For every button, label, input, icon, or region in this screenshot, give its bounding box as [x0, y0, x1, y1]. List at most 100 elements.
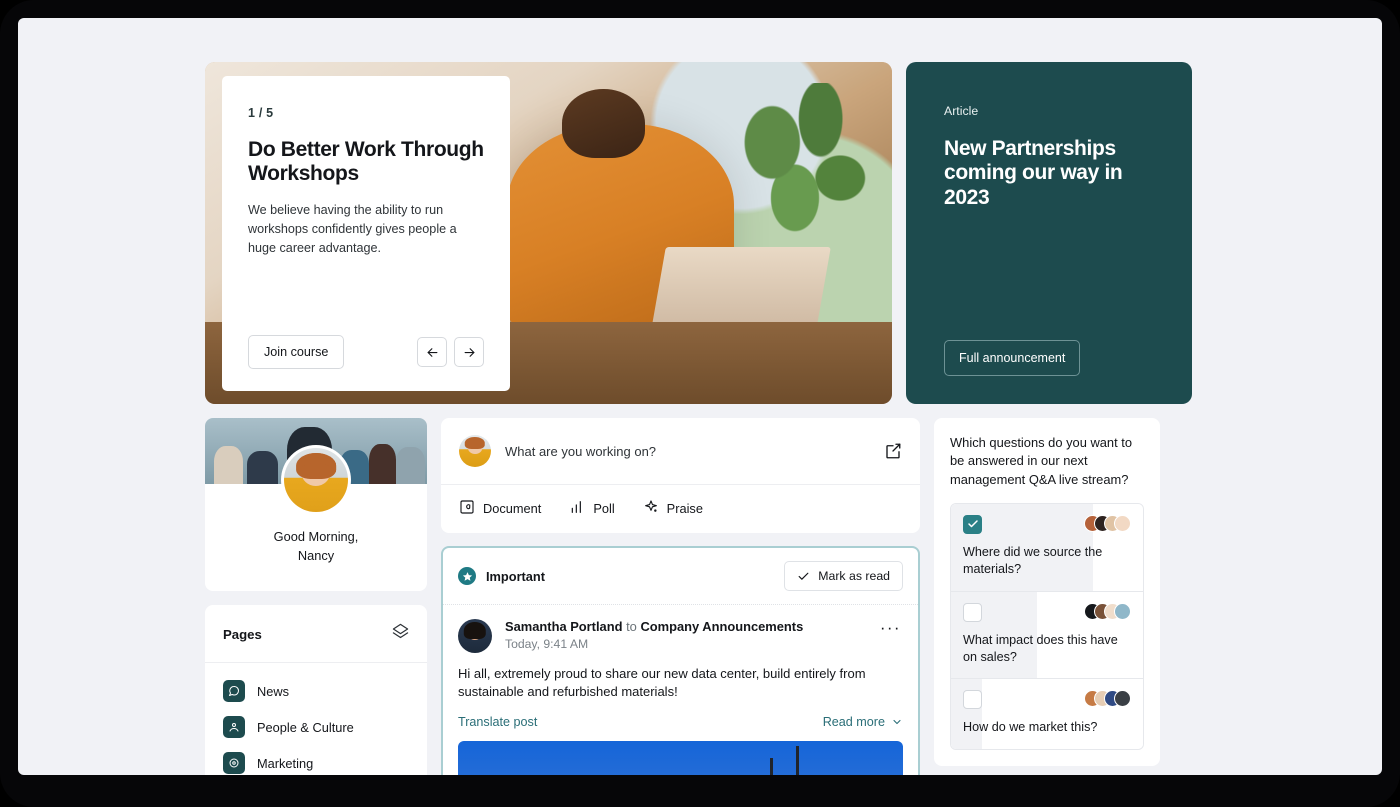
hero-carousel-card: 1 / 5 Do Better Work Through Workshops W…: [205, 62, 892, 404]
right-column: Which questions do you want to be answer…: [934, 418, 1160, 775]
poll-checkbox[interactable]: [963, 690, 982, 710]
sidebar-item-label: People & Culture: [257, 719, 354, 735]
hero-title: Do Better Work Through Workshops: [248, 138, 484, 185]
composer-placeholder[interactable]: What are you working on?: [505, 444, 870, 459]
middle-column: What are you working on? Document Poll P…: [441, 418, 920, 775]
check-icon: [967, 520, 978, 528]
mark-as-read-label: Mark as read: [818, 569, 890, 583]
marketing-icon: [223, 752, 245, 774]
post-links-row: Translate post Read more: [443, 702, 918, 741]
pole-2: [796, 745, 800, 775]
post-author-row: Samantha Portland to Company Announcemen…: [443, 605, 918, 653]
poll-option[interactable]: What impact does this have on sales?: [951, 591, 1143, 680]
post-composer-card: What are you working on? Document Poll P…: [441, 418, 920, 533]
read-more-label: Read more: [822, 714, 885, 729]
poll-voter-avatars: [1084, 690, 1131, 708]
important-badge: Important: [458, 567, 545, 585]
article-card[interactable]: Article New Partnerships coming our way …: [906, 62, 1192, 404]
sidebar-item-news[interactable]: News: [205, 673, 427, 709]
avatar[interactable]: [281, 445, 351, 515]
important-label: Important: [486, 568, 546, 584]
post-channel-name[interactable]: Company Announcements: [640, 619, 803, 634]
carousel-next-button[interactable]: [454, 337, 484, 367]
left-column: Good Morning, Nancy Pages News People & …: [205, 418, 427, 775]
sidebar-item-marketing[interactable]: Marketing: [205, 745, 427, 775]
poll-option[interactable]: Where did we source the materials?: [951, 503, 1143, 592]
composer-action-label: Praise: [666, 501, 703, 516]
pages-list: News People & Culture Marketing: [205, 663, 427, 775]
post-to-word: to: [626, 619, 637, 634]
chevron-down-icon: [893, 719, 901, 724]
hero-text-panel: 1 / 5 Do Better Work Through Workshops W…: [222, 76, 510, 391]
pages-title: Pages: [223, 626, 262, 642]
add-poll-button[interactable]: Poll: [569, 499, 615, 518]
arrow-left-icon: [427, 347, 437, 357]
composer-input-row[interactable]: What are you working on?: [441, 418, 920, 485]
greeting-line-2: Nancy: [297, 547, 335, 563]
top-row: 1 / 5 Do Better Work Through Workshops W…: [205, 62, 1192, 404]
check-icon: [798, 572, 809, 580]
poll-option-label: Where did we source the materials?: [963, 544, 1103, 577]
poll-option-label: What impact does this have on sales?: [963, 632, 1118, 665]
sidebar-item-people-and-culture[interactable]: People & Culture: [205, 709, 427, 745]
pages-header: Pages: [205, 605, 427, 663]
composer-avatar: [459, 435, 491, 467]
hero-actions: Join course: [248, 335, 484, 369]
poll-checkbox[interactable]: [963, 514, 982, 534]
add-document-button[interactable]: Document: [459, 499, 541, 518]
screen: 1 / 5 Do Better Work Through Workshops W…: [18, 18, 1382, 775]
carousel-counter: 1 / 5: [248, 106, 274, 120]
poll-card: Which questions do you want to be answer…: [934, 418, 1160, 766]
article-kicker: Article: [944, 104, 979, 118]
poll-voter-avatars: [1084, 514, 1131, 532]
greeting-line-1: Good Morning,: [273, 529, 359, 544]
poll-checkbox[interactable]: [963, 602, 982, 622]
composer-action-label: Document: [483, 501, 542, 516]
poll-option-label: How do we market this?: [963, 720, 1098, 735]
more-horizontal-icon[interactable]: ···: [878, 619, 903, 636]
poll-bars-icon: [569, 499, 585, 518]
add-praise-button[interactable]: Praise: [643, 499, 703, 518]
profile-card: Good Morning, Nancy: [205, 418, 427, 591]
post-timestamp: Today, 9:41 AM: [505, 637, 589, 651]
compose-icon[interactable]: [884, 442, 902, 460]
praise-sparkle-icon: [643, 499, 659, 518]
post-header: Important Mark as read: [443, 548, 918, 605]
read-more-button[interactable]: Read more: [823, 715, 903, 729]
translate-post-link[interactable]: Translate post: [458, 715, 537, 729]
composer-actions: Document Poll Praise: [441, 485, 920, 533]
carousel-prev-button[interactable]: [417, 337, 447, 367]
poll-question: Which questions do you want to be answer…: [950, 435, 1133, 487]
post-author-name[interactable]: Samantha Portland: [505, 619, 622, 634]
star-badge-icon: [458, 567, 476, 585]
carousel-nav: [417, 337, 484, 367]
sidebar-item-label: News: [257, 683, 289, 699]
news-icon: [223, 680, 245, 702]
poll-voter-avatars: [1084, 602, 1131, 620]
layers-icon[interactable]: [392, 623, 409, 645]
post-image[interactable]: [458, 740, 903, 775]
document-icon: [459, 499, 475, 518]
join-course-button[interactable]: Join course: [248, 335, 345, 369]
dashboard-page: 1 / 5 Do Better Work Through Workshops W…: [205, 62, 1192, 775]
poll-options: Where did we source the materials? What …: [950, 502, 1144, 750]
pages-card: Pages News People & Culture Marketing: [205, 605, 427, 775]
important-post-card: Important Mark as read Samantha Portland…: [441, 546, 920, 775]
full-announcement-button[interactable]: Full announcement: [944, 340, 1081, 376]
post-body-text: Hi all, extremely proud to share our new…: [458, 666, 866, 700]
composer-action-label: Poll: [593, 501, 615, 516]
sidebar-item-label: Marketing: [257, 755, 314, 771]
main-row: Good Morning, Nancy Pages News People & …: [205, 418, 1192, 775]
arrow-right-icon: [464, 347, 474, 357]
people-icon: [223, 716, 245, 738]
hero-description: We believe having the ability to run wor…: [248, 203, 457, 255]
author-meta: Samantha Portland to Company Announcemen…: [505, 619, 865, 651]
author-avatar[interactable]: [458, 619, 492, 653]
article-title: New Partnerships coming our way in 2023: [944, 137, 1123, 209]
greeting-text: Good Morning, Nancy: [205, 528, 427, 565]
mark-as-read-button[interactable]: Mark as read: [784, 561, 903, 591]
pole-1: [769, 757, 773, 775]
device-bezel: 1 / 5 Do Better Work Through Workshops W…: [0, 0, 1400, 807]
poll-option[interactable]: How do we market this?: [951, 679, 1143, 749]
author-line: Samantha Portland to Company Announcemen…: [505, 619, 865, 634]
